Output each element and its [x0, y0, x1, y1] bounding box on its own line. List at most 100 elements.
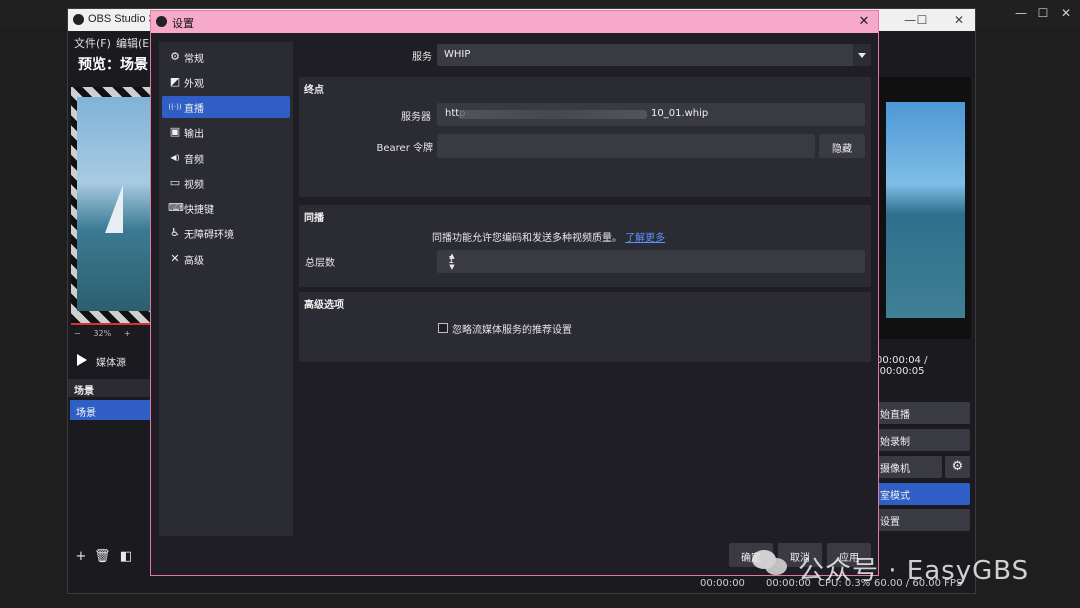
source-preview-image [886, 102, 965, 318]
server-value-suffix: 10_01.whip [651, 108, 709, 119]
preview-image [77, 97, 151, 311]
sidebar-item-label: 音频 [184, 155, 204, 166]
watermark-text: 公众号 · EasyGBS [798, 556, 1030, 586]
simulcast-description-text: 同播功能允许您编码和发送多种视频质量。 [432, 233, 622, 244]
play-icon[interactable] [77, 354, 87, 366]
bearer-label: Bearer 令牌 [376, 143, 433, 154]
zoom-out-button[interactable]: − [74, 329, 81, 338]
filter-icon[interactable]: ◧ [119, 550, 133, 564]
sidebar-item-label: 视频 [184, 180, 204, 191]
obs-close-button[interactable]: ✕ [951, 12, 967, 28]
sidebar-item-output[interactable]: ▣ 输出 [162, 121, 290, 143]
sidebar-item-appearance[interactable]: ◩ 外观 [162, 71, 290, 93]
tools-icon: ✕ [170, 252, 180, 265]
service-value: WHIP [444, 49, 471, 60]
add-icon[interactable]: + [74, 550, 88, 564]
zoom-in-button[interactable]: + [124, 329, 131, 338]
sidebar-item-video[interactable]: ▭ 视频 [162, 172, 290, 194]
chevron-up-icon[interactable]: ▲ [445, 251, 459, 261]
sidebar-item-accessibility[interactable]: ♿ 无障碍环境 [162, 222, 290, 244]
sidebar-item-audio[interactable]: ◀) 音频 [162, 147, 290, 169]
scene-list-item[interactable]: 场景 [70, 400, 150, 420]
bearer-token-field[interactable] [437, 134, 815, 158]
layers-spinbox[interactable]: 1 ▲ ▼ [437, 250, 865, 273]
server-field[interactable]: http 10_01.whip [437, 103, 865, 126]
output-icon: ▣ [169, 125, 181, 138]
scenes-panel-header: 场景 [68, 379, 150, 397]
os-minimize-button[interactable]: — [1012, 4, 1030, 22]
scenes-footer: + 🗑 ◧ [68, 546, 150, 570]
sidebar-item-label: 高级 [184, 256, 204, 267]
wechat-icon [752, 550, 790, 578]
sidebar-item-label: 常规 [184, 54, 204, 65]
chevron-down-icon[interactable] [853, 44, 871, 66]
sidebar-item-label: 外观 [184, 79, 204, 90]
settings-sidebar: ⚙ 常规 ◩ 外观 ((·)) 直播 ▣ 输出 ◀) 音频 ▭ 视频 ⌨ 快捷键… [159, 42, 293, 536]
virtual-camera-button[interactable]: 摄像机 [876, 456, 942, 478]
learn-more-link[interactable]: 了解更多 [625, 233, 665, 244]
hide-button[interactable]: 隐藏 [819, 134, 865, 158]
speaker-icon: ◀) [170, 153, 180, 162]
start-record-button[interactable]: 始录制 [876, 429, 970, 451]
preview-border-line [71, 323, 151, 325]
advanced-options-title: 高级选项 [304, 300, 344, 311]
settings-button[interactable]: 设置 [876, 509, 970, 531]
keyboard-icon: ⌨ [168, 201, 184, 214]
wechat-bubble-small [765, 558, 787, 575]
stream-time: 00:00:00 [700, 578, 745, 589]
service-label: 服务 [412, 52, 432, 63]
os-close-button[interactable]: ✕ [1057, 4, 1075, 22]
settings-title-bar: 设置 ✕ [151, 11, 878, 33]
appearance-icon: ◩ [169, 75, 181, 88]
zoom-bar: − 32% + [74, 329, 131, 338]
sidebar-item-label: 无障碍环境 [184, 230, 234, 241]
trash-icon[interactable]: 🗑 [94, 550, 111, 564]
virtual-camera-label: 摄像机 [880, 464, 910, 475]
scenes-title: 场景 [74, 386, 94, 397]
ignore-recommendations-label: 忽略流媒体服务的推荐设置 [452, 325, 572, 336]
studio-mode-label: 室模式 [880, 491, 910, 502]
obs-logo-icon [73, 14, 84, 25]
media-source-label: 媒体源 [96, 358, 126, 369]
program-preview[interactable] [71, 87, 151, 323]
settings-label: 设置 [880, 517, 900, 528]
media-time: 00:00:04 / -00:00:05 [876, 355, 928, 377]
settings-title: 设置 [172, 18, 194, 30]
broadcast-icon: ((·)) [168, 103, 182, 111]
preview-label: 预览：场景 [78, 57, 148, 73]
sidebar-item-label: 输出 [184, 129, 204, 140]
ignore-recommendations-checkbox[interactable] [438, 323, 448, 333]
sidebar-item-label: 直播 [184, 104, 204, 115]
obs-maximize-button[interactable]: ☐ [914, 12, 930, 28]
simulcast-description: 同播功能允许您编码和发送多种视频质量。 了解更多 [432, 229, 665, 244]
advanced-options-group: 高级选项 [299, 292, 871, 362]
sidebar-item-advanced[interactable]: ✕ 高级 [162, 248, 290, 270]
redacted-url-blur [459, 110, 647, 119]
gear-icon[interactable]: ⚙ [945, 456, 970, 478]
simulcast-title: 同播 [304, 213, 324, 224]
endpoint-title: 终点 [304, 85, 324, 96]
os-maximize-button[interactable]: ☐ [1034, 4, 1052, 22]
service-select[interactable]: WHIP [437, 44, 871, 66]
sidebar-item-label: 快捷键 [184, 205, 214, 216]
chevron-down-icon[interactable]: ▼ [445, 262, 459, 272]
zoom-value: 32% [93, 329, 112, 338]
menu-edit[interactable]: 编辑(E) [116, 35, 154, 51]
sidebar-item-hotkeys[interactable]: ⌨ 快捷键 [162, 197, 290, 219]
sidebar-item-general[interactable]: ⚙ 常规 [162, 46, 290, 68]
menu-file[interactable]: 文件(F) [74, 35, 111, 51]
scene-item-label: 场景 [76, 408, 96, 419]
studio-mode-button[interactable]: 室模式 [876, 483, 970, 505]
accessibility-icon: ♿ [170, 226, 180, 239]
monitor-icon: ▭ [169, 176, 181, 189]
close-icon[interactable]: ✕ [856, 14, 872, 30]
start-stream-button[interactable]: 始直播 [876, 402, 970, 424]
hide-button-label: 隐藏 [832, 144, 852, 155]
settings-dialog: 设置 ✕ ⚙ 常规 ◩ 外观 ((·)) 直播 ▣ 输出 ◀) 音频 ▭ 视频 … [150, 10, 879, 576]
simulcast-group: 同播 [299, 205, 871, 287]
start-record-label: 始录制 [880, 437, 910, 448]
sidebar-item-stream[interactable]: ((·)) 直播 [162, 96, 290, 118]
layers-label: 总层数 [305, 258, 335, 269]
server-label: 服务器 [401, 112, 431, 123]
gear-icon: ⚙ [170, 50, 180, 63]
